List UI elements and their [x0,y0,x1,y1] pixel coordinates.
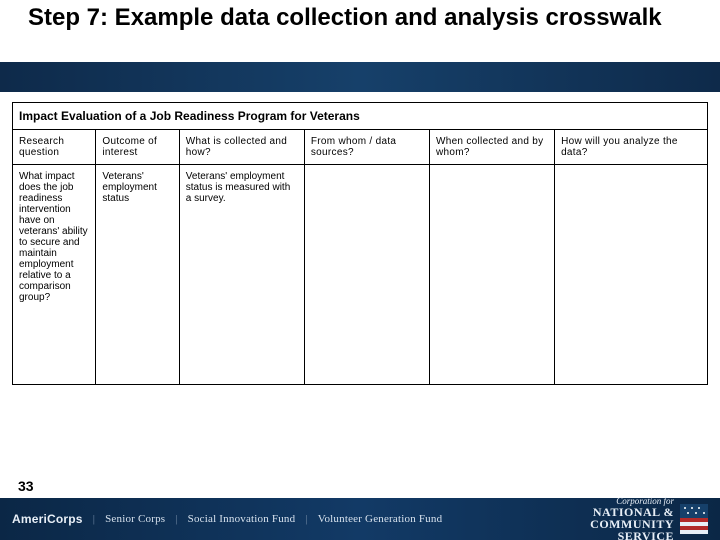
footer-program: Social Innovation Fund [188,513,296,525]
cell-what-collected: Veterans' employment status is measured … [179,165,304,385]
cell-analyze [555,165,708,385]
flag-icon [680,504,708,534]
col-header: How will you analyze the data? [555,130,708,165]
crosswalk-table: Impact Evaluation of a Job Readiness Pro… [12,102,708,385]
col-header: Research question [13,130,96,165]
table-caption: Impact Evaluation of a Job Readiness Pro… [13,103,708,130]
footer-program: Volunteer Generation Fund [318,513,443,525]
col-header: What is collected and how? [179,130,304,165]
brand-line: SERVICE [590,530,674,540]
cncs-brand: Corporation for NATIONAL & COMMUNITY SER… [590,497,708,540]
page-number: 33 [18,478,34,494]
brand-line: COMMUNITY [590,518,674,530]
col-header: From whom / data sources? [304,130,429,165]
brand-line: NATIONAL & [590,506,674,518]
title-area: Step 7: Example data collection and anal… [0,0,720,92]
separator-icon: | [93,513,95,525]
footer-programs: AmeriCorps | Senior Corps | Social Innov… [12,512,590,526]
americorps-logo-text: AmeriCorps [12,512,83,526]
table-container: Impact Evaluation of a Job Readiness Pro… [0,92,720,540]
slide-title: Step 7: Example data collection and anal… [28,4,692,33]
col-header: When collected and by whom? [429,130,554,165]
cell-research-question: What impact does the job readiness inter… [13,165,96,385]
table-header-row: Research question Outcome of interest Wh… [13,130,708,165]
separator-icon: | [305,513,307,525]
slide: Step 7: Example data collection and anal… [0,0,720,540]
separator-icon: | [175,513,177,525]
footer-bar: AmeriCorps | Senior Corps | Social Innov… [0,498,720,540]
table-row: What impact does the job readiness inter… [13,165,708,385]
cncs-brand-text: Corporation for NATIONAL & COMMUNITY SER… [590,497,674,540]
cell-from-whom [304,165,429,385]
title-accent-bar [0,62,720,92]
col-header: Outcome of interest [96,130,179,165]
table-caption-row: Impact Evaluation of a Job Readiness Pro… [13,103,708,130]
footer-program: Senior Corps [105,513,165,525]
brand-line: Corporation for [616,496,674,506]
cell-when-collected [429,165,554,385]
cell-outcome: Veterans' employment status [96,165,179,385]
